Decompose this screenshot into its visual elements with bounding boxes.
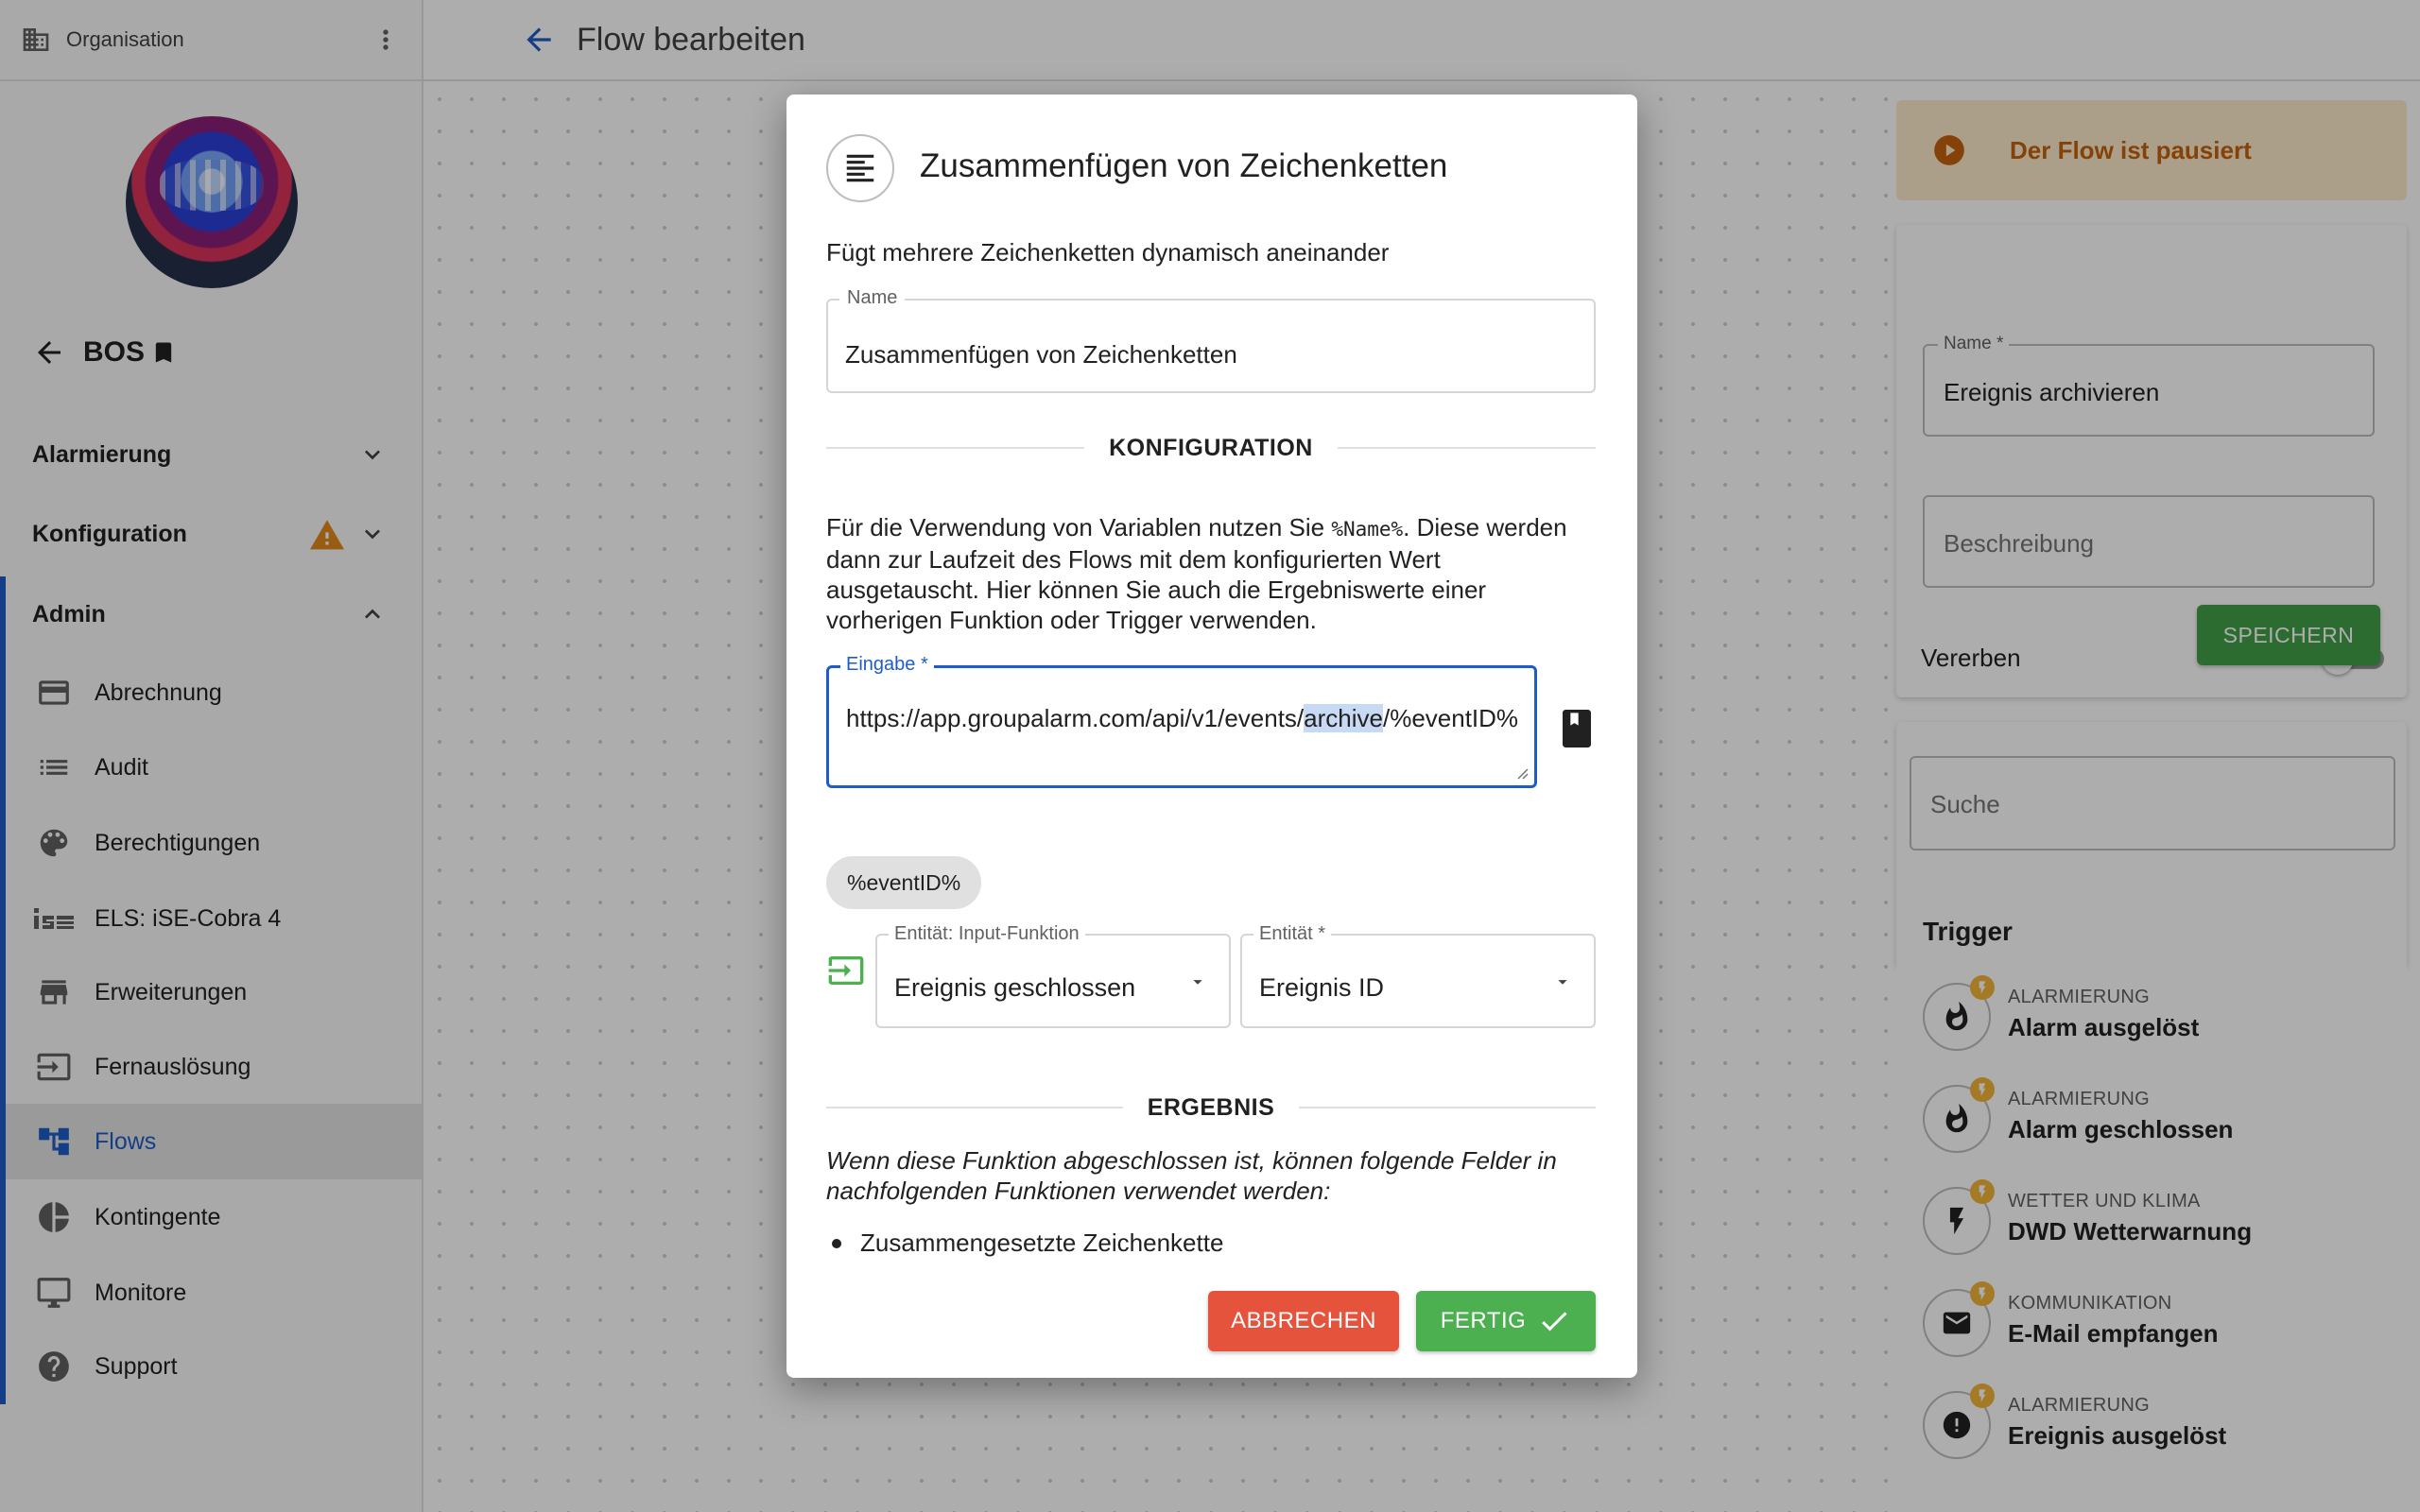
selected-value: Ereignis ID	[1259, 973, 1385, 1002]
variable-chip[interactable]: %eventID%	[826, 856, 982, 909]
book-icon[interactable]	[1558, 707, 1596, 750]
input-value[interactable]: https://app.groupalarm.com/api/v1/events…	[846, 704, 1527, 732]
field-label: Eingabe *	[840, 654, 934, 676]
result-list-item: Zusammengesetzte Zeichenkette	[826, 1228, 1596, 1258]
field-label: Entität *	[1253, 923, 1332, 945]
field-value: Zusammenfügen von Zeichenketten	[845, 340, 1237, 369]
required-marker: *	[920, 654, 928, 675]
result-heading: ERGEBNIS	[1147, 1093, 1275, 1121]
text-align-icon	[826, 134, 894, 202]
field-label: Name	[839, 287, 906, 309]
result-description: Wenn diese Funktion abgeschlossen ist, k…	[826, 1146, 1557, 1205]
input-arrow-icon	[826, 951, 866, 990]
function-dialog: Zusammenfügen von Zeichenketten Fügt meh…	[786, 94, 1637, 1378]
divider-line	[1337, 447, 1596, 449]
field-label: Entität: Input-Funktion	[889, 923, 1085, 945]
result-divider: ERGEBNIS	[826, 1089, 1596, 1126]
divider-line	[826, 1107, 1123, 1108]
config-heading: KONFIGURATION	[1109, 434, 1313, 461]
check-icon	[1537, 1304, 1571, 1338]
variables-info: Für die Verwendung von Variablen nutzen …	[826, 512, 1596, 635]
input-text: https://app.groupalarm.com/api/v1/events…	[846, 704, 1305, 732]
dialog-title: Zusammenfügen von Zeichenketten	[920, 147, 1448, 184]
done-label: FERTIG	[1440, 1308, 1527, 1333]
function-name-field[interactable]: Name Zusammenfügen von Zeichenketten	[826, 287, 1596, 393]
resize-handle-icon[interactable]	[1515, 766, 1529, 780]
dropdown-arrow-icon	[1187, 971, 1208, 992]
input-text: /%eventID%	[1382, 704, 1519, 732]
cancel-button[interactable]: ABBRECHEN	[1208, 1291, 1399, 1351]
result-item-label: Zusammengesetzte Zeichenkette	[860, 1228, 1224, 1257]
input-textarea[interactable]: Eingabe * https://app.groupalarm.com/api…	[826, 654, 1537, 788]
divider-line	[826, 447, 1085, 449]
config-divider: KONFIGURATION	[826, 429, 1596, 467]
selected-text: archive	[1304, 704, 1383, 732]
entity-input-function-select[interactable]: Entität: Input-Funktion Ereignis geschlo…	[875, 923, 1231, 1028]
entity-select[interactable]: Entität * Ereignis ID	[1240, 923, 1596, 1028]
dialog-subtitle: Fügt mehrere Zeichenketten dynamisch ane…	[826, 238, 1390, 266]
variable-syntax: %Name%	[1331, 518, 1404, 541]
divider-line	[1299, 1107, 1596, 1108]
dropdown-arrow-icon	[1552, 971, 1573, 992]
bullet	[832, 1238, 841, 1248]
done-button[interactable]: FERTIG	[1416, 1291, 1596, 1351]
info-text: Für die Verwendung von Variablen nutzen …	[826, 513, 1332, 541]
input-label: Eingabe	[846, 654, 916, 675]
selected-value: Ereignis geschlossen	[894, 973, 1136, 1002]
